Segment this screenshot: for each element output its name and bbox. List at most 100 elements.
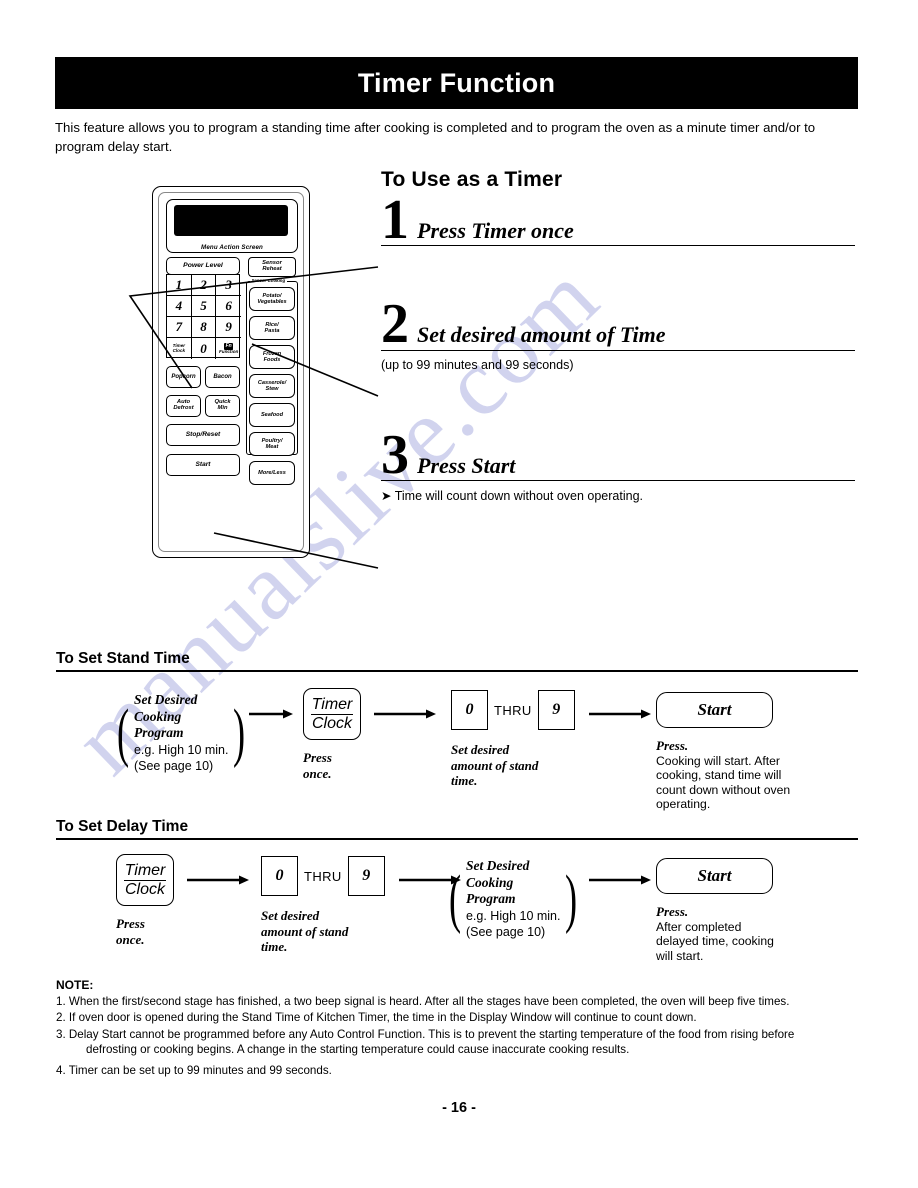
delay-program-line4: e.g. High 10 min.	[465, 908, 561, 923]
digit-key-0[interactable]: 0	[451, 690, 488, 730]
delay-start-caption-line3: will start.	[656, 948, 704, 963]
microwave-control-panel: Menu Action Screen Power Level Sensor Re…	[152, 186, 310, 558]
key-5[interactable]: 5	[191, 296, 217, 317]
step-2-rule	[381, 349, 855, 351]
key-1[interactable]: 1	[167, 275, 192, 296]
stand-timer-caption-line2: once.	[303, 765, 332, 781]
note-item-4-text: Timer can be set up to 99 minutes and 99…	[68, 1064, 332, 1078]
stand-program-line2: Cooking	[133, 708, 182, 724]
casserole-stew-button[interactable]: Casserole/ Stew	[249, 374, 295, 398]
timer-step-1: 1 Press Timer once	[381, 189, 855, 251]
page-number: - 16 -	[442, 1100, 476, 1116]
auto-defrost-button[interactable]: Auto Defrost	[166, 395, 201, 417]
note-item-2: 2. If oven door is opened during the Sta…	[56, 1010, 858, 1025]
delay-timer-caption-line1: Press	[116, 916, 145, 931]
display-window	[174, 205, 288, 236]
seafood-label: Seafood	[260, 411, 284, 418]
poultry-meat-button[interactable]: Poultry/ Meat	[249, 432, 295, 456]
delay-time-heading: To Set Delay Time	[56, 818, 189, 835]
potato-vegetables-button[interactable]: Potato/ Vegetables	[249, 287, 295, 311]
delay-digit-caption-line3: time.	[261, 939, 288, 954]
digit-key-0-delay[interactable]: 0	[261, 856, 298, 896]
step-1-number: 1	[381, 189, 409, 251]
rice-pasta-button[interactable]: Rice/ Pasta	[249, 316, 295, 340]
stand-flow-start: Start Press. Cooking will start. After c…	[656, 692, 790, 812]
start-key-stand[interactable]: Start	[656, 692, 773, 728]
stand-start-caption-line4: operating.	[656, 797, 711, 811]
stand-start-caption-line3: count down without oven	[656, 782, 791, 797]
note-item-1-number: 1.	[56, 995, 66, 1009]
key-7[interactable]: 7	[167, 317, 192, 338]
stand-time-heading: To Set Stand Time	[56, 650, 190, 667]
stand-time-flow-diagram: ( Set Desired Cooking Program e.g. High …	[56, 686, 858, 816]
power-level-button[interactable]: Power Level	[166, 257, 240, 275]
note-item-3-number: 3.	[56, 1027, 66, 1041]
delay-program-line1: Set Desired	[465, 858, 530, 873]
function-label: Function	[218, 348, 239, 354]
frozen-line2: Foods	[263, 357, 281, 363]
timer-clock-key-delay[interactable]: Timer Clock	[116, 854, 174, 906]
key-4[interactable]: 4	[167, 296, 192, 317]
stand-digit-caption-line1: Set desired	[451, 742, 510, 757]
key-9[interactable]: 9	[216, 317, 241, 338]
stand-program-line5: (See page 10)	[133, 759, 214, 773]
note-item-2-text: If oven door is opened during the Stand …	[68, 1011, 697, 1025]
key-8[interactable]: 8	[191, 317, 217, 338]
digit-key-9[interactable]: 9	[537, 690, 575, 730]
stand-start-caption-title: Press.	[656, 738, 689, 753]
timer-clock-line2: Clock	[172, 347, 186, 353]
stand-start-caption-line2: cooking, stand time will	[656, 768, 782, 782]
note-list: 1. When the first/second stage has finis…	[56, 994, 858, 1078]
key-6[interactable]: 6	[216, 296, 241, 317]
bacon-button[interactable]: Bacon	[205, 366, 240, 388]
timer-clock-key[interactable]: Timer Clock	[303, 688, 361, 740]
digit-key-9-delay[interactable]: 9	[347, 856, 385, 896]
delay-time-flow-diagram: Timer Clock Press once. 0 THRU 9 Set des…	[56, 852, 858, 982]
delay-start-caption-line1: After completed	[656, 919, 742, 934]
menu-action-screen: Menu Action Screen	[166, 199, 298, 253]
sensor-reheat-button[interactable]: Sensor Reheat	[248, 257, 296, 277]
stand-arrow-2-icon	[374, 709, 436, 719]
stand-digit-caption-line2: amount of stand	[451, 757, 539, 773]
delay-flow-program-block: ( Set Desired Cooking Program e.g. High …	[448, 858, 578, 941]
key-2[interactable]: 2	[191, 275, 217, 296]
page-title: Timer Function	[357, 67, 556, 98]
delay-timer-caption-line2: once.	[116, 931, 145, 947]
seafood-button[interactable]: Seafood	[249, 403, 295, 427]
popcorn-button[interactable]: Popcorn	[166, 366, 201, 388]
key-timer-clock[interactable]: Timer Clock	[167, 338, 192, 359]
menu-action-screen-label: Menu Action Screen	[201, 244, 263, 251]
frozen-foods-button[interactable]: Frozen Foods	[249, 345, 295, 369]
step-1-rule	[381, 245, 855, 247]
start-button[interactable]: Start	[166, 454, 240, 476]
more-less-label: More/Less	[258, 469, 286, 476]
stop-reset-button[interactable]: Stop/Reset	[166, 424, 240, 446]
more-less-button[interactable]: More/Less	[249, 461, 295, 485]
delay-program-line5: (See page 10)	[465, 925, 546, 939]
stand-time-rule	[56, 670, 858, 672]
timer-clock-key-bottom: Clock	[311, 714, 352, 732]
note-item-2-number: 2.	[56, 1011, 66, 1025]
timer-step-2: 2 Set desired amount of Time (up to 99 m…	[381, 296, 855, 372]
timer-clock-key-top: Timer	[310, 695, 354, 715]
stand-digit-caption: Set desired amount of stand time.	[451, 742, 575, 789]
delay-program-line3: Program	[465, 891, 516, 906]
quick-min-button[interactable]: Quick Min	[205, 395, 240, 417]
delay-arrow-3-icon	[589, 875, 651, 885]
delay-time-rule	[56, 838, 858, 840]
key-0[interactable]: 0	[192, 338, 217, 359]
poultry-line2: Meat	[265, 444, 279, 450]
delay-start-caption: Press. After completed delayed time, coo…	[656, 904, 774, 963]
stand-program-line3: Program	[133, 725, 184, 740]
note-item-3: 3. Delay Start cannot be programmed befo…	[56, 1027, 858, 1057]
note-item-1-text: When the first/second stage has finished…	[68, 995, 790, 1009]
key-3[interactable]: 3	[216, 275, 241, 296]
delay-program-text: Set Desired Cooking Program e.g. High 10…	[466, 858, 561, 941]
delay-flow-start: Start Press. After completed delayed tim…	[656, 858, 774, 963]
thru-label-delay: THRU	[304, 868, 342, 884]
note-item-3-continuation: defrosting or cooking begins. A change i…	[86, 1042, 630, 1056]
auto-defrost-line2: Defrost	[173, 405, 194, 411]
key-function[interactable]: Fn Function	[216, 338, 241, 359]
stand-start-caption: Press. Cooking will start. After cooking…	[656, 738, 790, 812]
start-key-delay[interactable]: Start	[656, 858, 773, 894]
